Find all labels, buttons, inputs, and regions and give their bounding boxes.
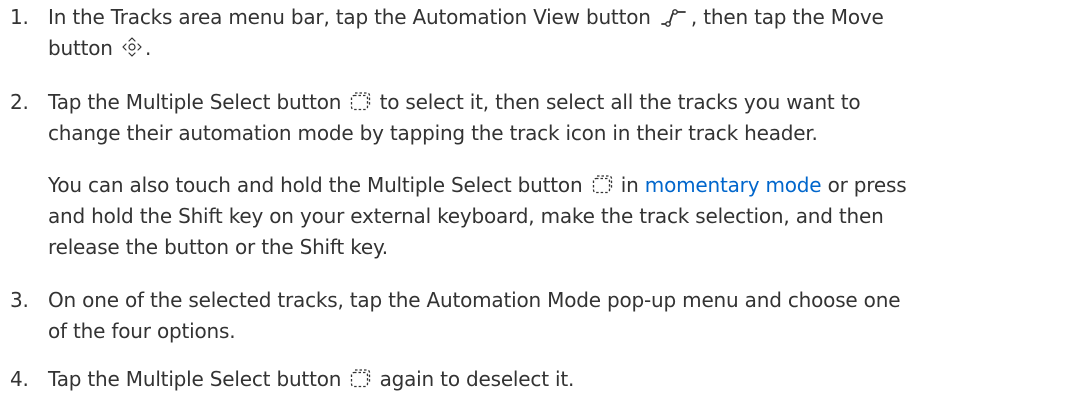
step-number: 1. [10,5,29,29]
step-number: 2. [10,90,29,114]
multiple-select-icon [591,173,613,195]
multiple-select-icon [349,367,371,389]
step-text: In the Tracks area menu bar, tap the Aut… [48,5,884,60]
step-number: 3. [10,288,29,312]
step-text: Tap the Multiple Select button again to … [48,367,575,391]
step-text: Tap the Multiple Select button to select… [48,90,861,145]
note-text: You can also touch and hold the Multiple… [48,173,907,259]
step-text: On one of the selected tracks, tap the A… [48,288,901,343]
momentary-mode-link[interactable]: momentary mode [645,173,822,197]
move-icon [121,36,143,58]
multiple-select-icon [349,90,371,112]
step-number: 4. [10,367,29,391]
automation-view-icon [659,7,689,27]
instruction-list: 1. In the Tracks area menu bar, tap the … [0,0,1075,401]
